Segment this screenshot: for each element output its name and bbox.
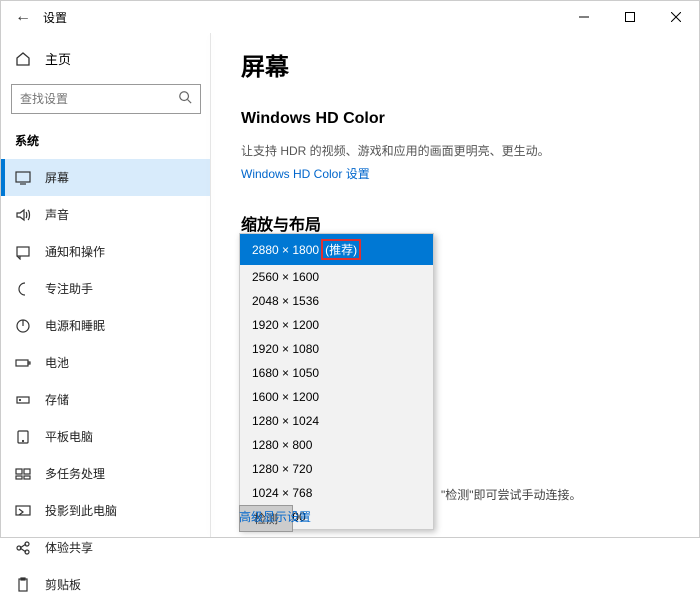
search-icon [178,90,192,109]
home-label: 主页 [45,49,71,68]
resolution-option[interactable]: 2560 × 1600 [240,265,433,289]
recommended-badge: (推荐) [321,239,361,260]
nav-battery[interactable]: 电池 [1,344,211,381]
nav-label: 体验共享 [45,539,93,556]
maximize-button[interactable] [607,1,653,33]
clipboard-icon [15,577,31,593]
nav-label: 剪贴板 [45,576,81,593]
nav-label: 多任务处理 [45,465,105,482]
resolution-option-selected[interactable]: 2880 × 1800 (推荐) [240,234,433,265]
share-icon [15,540,31,556]
multitask-icon [15,466,31,482]
page-title: 屏幕 [241,47,669,82]
project-icon [15,503,31,519]
search-input[interactable] [11,84,201,114]
nav-list: 屏幕 声音 通知和操作 专注助手 电源和睡眠 电池 存储 平板电脑 多任务处理 … [1,159,211,603]
category-header: 系统 [1,126,211,159]
nav-clipboard[interactable]: 剪贴板 [1,566,211,603]
nav-label: 平板电脑 [45,428,93,445]
window-title: 设置 [43,9,67,26]
resolution-option[interactable]: 1280 × 800 [240,433,433,457]
resolution-option[interactable]: 1600 × 1200 [240,385,433,409]
advanced-display-link[interactable]: 高级显示设置 [239,508,311,525]
resolution-dropdown[interactable]: 2880 × 1800 (推荐) 2560 × 1600 2048 × 1536… [239,233,434,530]
search-field[interactable] [20,92,178,106]
nav-storage[interactable]: 存储 [1,381,211,418]
nav-power[interactable]: 电源和睡眠 [1,307,211,344]
nav-multitask[interactable]: 多任务处理 [1,455,211,492]
resolution-option[interactable]: 1680 × 1050 [240,361,433,385]
sidebar: 主页 系统 屏幕 声音 通知和操作 专注助手 电源和睡眠 电池 存储 平板电脑 … [1,33,211,537]
main-panel: 屏幕 Windows HD Color 让支持 HDR 的视频、游戏和应用的画面… [211,33,699,537]
notification-icon [15,244,31,260]
nav-label: 声音 [45,206,69,223]
resolution-option[interactable]: 2048 × 1536 [240,289,433,313]
resolution-option[interactable]: 1280 × 720 [240,457,433,481]
battery-icon [15,355,31,371]
scale-heading: 缩放与布局 [241,211,669,235]
nav-label: 电池 [45,354,69,371]
storage-icon [15,392,31,408]
detect-hint: "检测"即可尝试手动连接。 [441,486,582,503]
nav-display[interactable]: 屏幕 [1,159,211,196]
home-icon [15,51,31,67]
resolution-option[interactable]: 1920 × 1080 [240,337,433,361]
hdcolor-heading: Windows HD Color [241,110,669,128]
home-nav[interactable]: 主页 [1,41,211,76]
nav-shared[interactable]: 体验共享 [1,529,211,566]
nav-label: 专注助手 [45,280,93,297]
nav-project[interactable]: 投影到此电脑 [1,492,211,529]
nav-label: 存储 [45,391,69,408]
nav-label: 通知和操作 [45,243,105,260]
monitor-icon [15,170,31,186]
nav-notifications[interactable]: 通知和操作 [1,233,211,270]
speaker-icon [15,207,31,223]
back-button[interactable]: ← [15,8,31,26]
moon-icon [15,281,31,297]
nav-focus[interactable]: 专注助手 [1,270,211,307]
resolution-option[interactable]: 1920 × 1200 [240,313,433,337]
resolution-option[interactable]: 1024 × 768 [240,481,433,505]
nav-sound[interactable]: 声音 [1,196,211,233]
nav-label: 屏幕 [45,169,69,186]
close-button[interactable] [653,1,699,33]
nav-label: 电源和睡眠 [45,317,105,334]
nav-label: 投影到此电脑 [45,502,117,519]
resolution-option[interactable]: 1280 × 1024 [240,409,433,433]
hdcolor-desc: 让支持 HDR 的视频、游戏和应用的画面更明亮、更生动。 [241,142,669,159]
resolution-value: 2880 × 1800 [252,243,319,257]
hdcolor-link[interactable]: Windows HD Color 设置 [241,167,370,181]
titlebar: ← 设置 [1,1,699,33]
power-icon [15,318,31,334]
tablet-icon [15,429,31,445]
nav-tablet[interactable]: 平板电脑 [1,418,211,455]
minimize-button[interactable] [561,1,607,33]
